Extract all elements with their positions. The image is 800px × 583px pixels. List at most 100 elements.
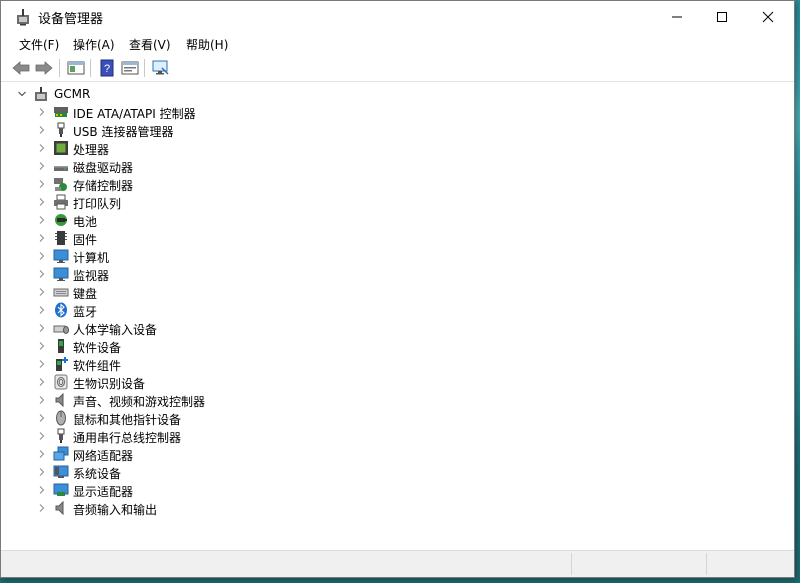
close-button[interactable] [745,1,791,33]
tree-item-label: 软件组件 [73,359,122,373]
usb-icon [53,122,69,138]
tree-item-software-components[interactable]: 软件组件 [1,355,794,373]
device-manager-window: 设备管理器 文件(F) 操作(A) 查看(V) 帮助(H) ? GCMR IDE… [0,0,795,578]
tree-item-batteries[interactable]: 电池 [1,211,794,229]
tree-root-node[interactable]: GCMR [1,85,794,103]
tree-item-label: IDE ATA/ATAPI 控制器 [73,107,196,121]
chevron-down-icon[interactable] [17,87,27,101]
chevron-right-icon[interactable] [37,249,47,263]
status-bar-divider [571,553,572,575]
properties-view-button[interactable] [120,58,140,78]
tree-item-usb-controllers[interactable]: 通用串行总线控制器 [1,427,794,445]
software-component-icon [53,356,69,372]
printer-icon [53,194,69,210]
minimize-button[interactable] [654,1,700,33]
tree-item-label: 人体学输入设备 [73,323,158,337]
status-bar [1,550,794,577]
tree-item-label: USB 连接器管理器 [73,125,174,139]
keyboard-icon [53,284,69,300]
device-manager-app-icon [14,8,32,26]
tree-item-label: 磁盘驱动器 [73,161,134,175]
toolbar-separator [144,59,145,77]
chevron-right-icon[interactable] [37,483,47,497]
maximize-button[interactable] [699,1,745,33]
fingerprint-icon [53,374,69,390]
speaker-icon [53,500,69,516]
show-hide-console-tree-button[interactable] [66,58,86,78]
tree-item-label: 音频输入和输出 [73,503,158,517]
chevron-right-icon[interactable] [37,231,47,245]
chevron-right-icon[interactable] [37,411,47,425]
chevron-right-icon[interactable] [37,285,47,299]
chevron-right-icon[interactable] [37,195,47,209]
console-tree-icon [67,61,85,75]
tree-item-biometric-devices[interactable]: 生物识别设备 [1,373,794,391]
tree-item-label: 鼠标和其他指针设备 [73,413,182,427]
display-adapter-icon [53,482,69,498]
tree-item-keyboards[interactable]: 键盘 [1,283,794,301]
menu-help[interactable]: 帮助(H) [186,36,228,53]
toolbar-separator [59,59,60,77]
properties-window-icon [121,61,139,75]
tree-item-software-devices[interactable]: 软件设备 [1,337,794,355]
tree-item-label: 打印队列 [73,197,122,211]
tree-item-label: 显示适配器 [73,485,134,499]
tree-item-firmware[interactable]: 固件 [1,229,794,247]
status-bar-divider [706,553,707,575]
tree-item-network-adapters[interactable]: 网络适配器 [1,445,794,463]
tree-item-mice-pointing-devices[interactable]: 鼠标和其他指针设备 [1,409,794,427]
tree-item-label: 声音、视频和游戏控制器 [73,395,206,409]
title-bar[interactable]: 设备管理器 [1,1,794,33]
tree-item-label: 存储控制器 [73,179,134,193]
firmware-icon [53,230,69,246]
back-button[interactable] [11,58,31,78]
tree-item-label: 处理器 [73,143,110,157]
tree-item-system-devices[interactable]: 系统设备 [1,463,794,481]
help-button[interactable]: ? [97,58,117,78]
chevron-right-icon[interactable] [37,159,47,173]
tree-item-print-queues[interactable]: 打印队列 [1,193,794,211]
forward-button[interactable] [34,58,54,78]
menu-action[interactable]: 操作(A) [73,36,115,53]
chevron-right-icon[interactable] [37,177,47,191]
chevron-right-icon[interactable] [37,213,47,227]
chevron-right-icon[interactable] [37,465,47,479]
chevron-right-icon[interactable] [37,447,47,461]
tree-root-label: GCMR [54,87,91,101]
scan-monitor-icon [152,60,169,75]
chevron-right-icon[interactable] [37,105,47,119]
scan-hardware-button[interactable] [151,58,171,78]
chevron-right-icon[interactable] [37,141,47,155]
tree-item-ide-ata-atapi-controllers[interactable]: IDE ATA/ATAPI 控制器 [1,103,794,121]
chevron-right-icon[interactable] [37,393,47,407]
tree-item-disk-drives[interactable]: 磁盘驱动器 [1,157,794,175]
tree-item-monitors[interactable]: 监视器 [1,265,794,283]
menu-file[interactable]: 文件(F) [19,36,59,53]
chevron-right-icon[interactable] [37,429,47,443]
system-device-icon [53,464,69,480]
chevron-right-icon[interactable] [37,339,47,353]
tree-item-display-adapters[interactable]: 显示适配器 [1,481,794,499]
chevron-right-icon[interactable] [37,375,47,389]
chevron-right-icon[interactable] [37,321,47,335]
tree-item-computer[interactable]: 计算机 [1,247,794,265]
tree-item-usb-connector-managers[interactable]: USB 连接器管理器 [1,121,794,139]
tree-item-label: 系统设备 [73,467,122,481]
chevron-right-icon[interactable] [37,501,47,515]
tree-item-human-interface-devices[interactable]: 人体学输入设备 [1,319,794,337]
tree-item-bluetooth[interactable]: 蓝牙 [1,301,794,319]
chevron-right-icon[interactable] [37,303,47,317]
tree-item-storage-controllers[interactable]: 存储控制器 [1,175,794,193]
chevron-right-icon[interactable] [37,267,47,281]
usb-icon [53,428,69,444]
chevron-right-icon[interactable] [37,357,47,371]
network-adapter-icon [53,446,69,462]
chevron-right-icon[interactable] [37,123,47,137]
battery-icon [53,212,69,228]
back-arrow-icon [12,61,30,75]
tree-item-processors[interactable]: 处理器 [1,139,794,157]
tree-item-audio-inputs-outputs[interactable]: 音频输入和输出 [1,499,794,517]
tree-item-sound-video-game-controllers[interactable]: 声音、视频和游戏控制器 [1,391,794,409]
tree-item-label: 键盘 [73,287,98,301]
menu-view[interactable]: 查看(V) [129,36,171,53]
